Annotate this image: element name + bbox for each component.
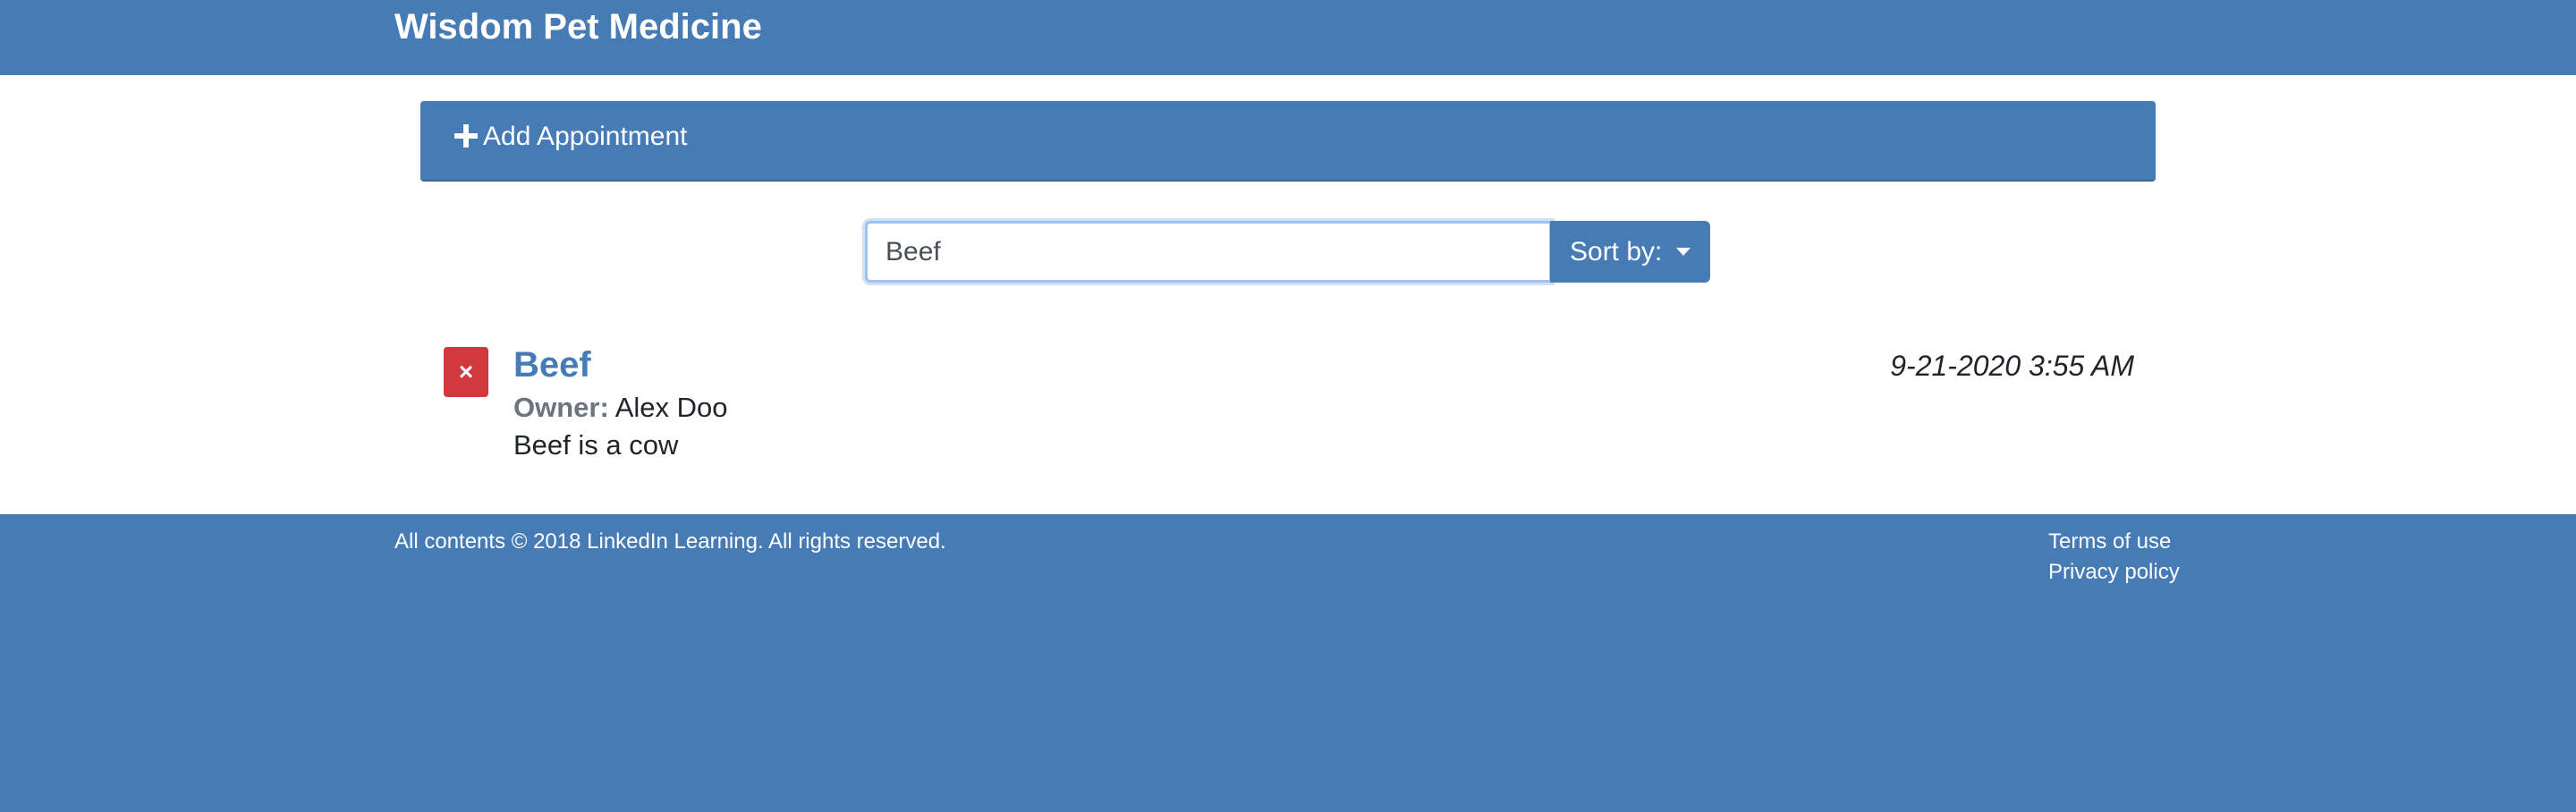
caret-down-icon <box>1676 248 1690 256</box>
copyright-text: All contents © 2018 LinkedIn Learning. A… <box>394 529 946 554</box>
sort-by-dropdown-button[interactable]: Sort by: <box>1550 221 1710 283</box>
page-footer: All contents © 2018 LinkedIn Learning. A… <box>0 514 2576 812</box>
search-input[interactable] <box>865 221 1552 283</box>
owner-name[interactable]: Alex Doo <box>615 392 728 423</box>
owner-label: Owner: <box>513 392 609 423</box>
privacy-policy-link[interactable]: Privacy policy <box>2048 559 2180 586</box>
terms-of-use-link[interactable]: Terms of use <box>2048 529 2171 555</box>
sort-by-label: Sort by: <box>1570 237 1663 266</box>
delete-appointment-button[interactable]: × <box>444 347 488 397</box>
pet-name[interactable]: Beef <box>513 343 591 386</box>
appointment-date: 9-21-2020 3:55 AM <box>1890 350 2134 382</box>
appointment-notes[interactable]: Beef is a cow <box>513 427 678 463</box>
brand-title[interactable]: Wisdom Pet Medicine <box>394 4 762 50</box>
plus-icon <box>454 124 478 148</box>
top-navbar: Wisdom Pet Medicine <box>0 0 2576 75</box>
close-icon: × <box>458 358 474 385</box>
add-appointment-toggle[interactable]: Add Appointment <box>420 101 2156 182</box>
owner-line: Owner: Alex Doo <box>513 390 728 426</box>
add-appointment-label: Add Appointment <box>483 122 688 151</box>
